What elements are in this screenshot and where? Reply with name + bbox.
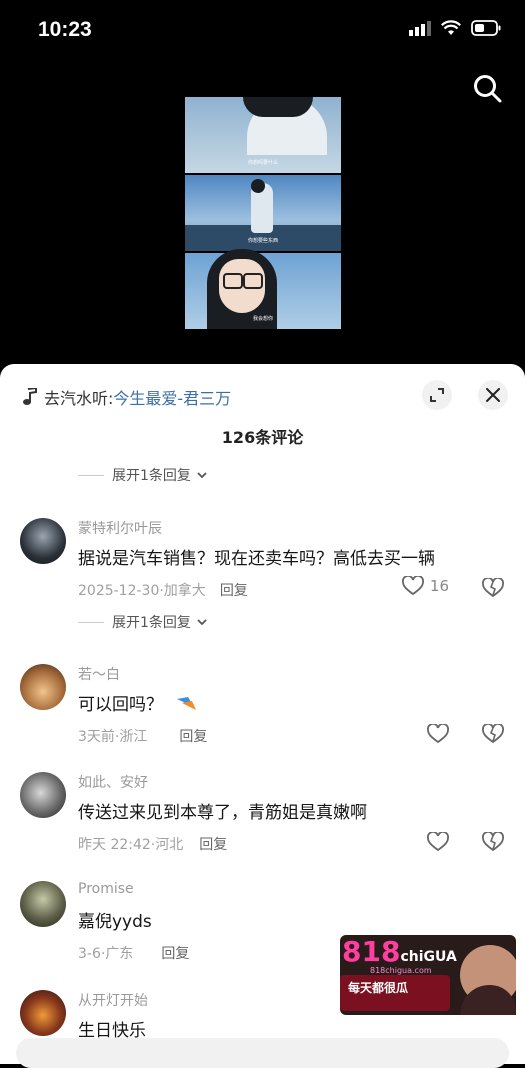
like-button[interactable] <box>427 724 449 744</box>
chevron-down-icon <box>197 472 207 479</box>
battery-icon <box>471 20 501 36</box>
music-title-link[interactable]: 今生最爱-君三万 <box>113 385 231 409</box>
divider <box>78 474 104 476</box>
status-icons <box>409 20 501 36</box>
like-button[interactable] <box>427 832 449 852</box>
ad-brand-number: 818 <box>342 935 401 968</box>
close-icon <box>486 388 500 402</box>
expand-replies-label: 展开1条回复 <box>112 468 191 484</box>
avatar[interactable] <box>20 772 66 818</box>
ad-banner[interactable]: 818chiGUA 818chigua.com 每天都很瓜 <box>340 935 520 1015</box>
avatar[interactable] <box>20 664 66 710</box>
ad-domain: 818chigua.com <box>370 966 432 975</box>
video-frame-3: 我会想你 <box>185 249 341 329</box>
comment-username[interactable]: Promise <box>78 881 134 897</box>
video-preview[interactable]: 你想吗要什么 你想要些东西 我会想你 <box>185 97 341 329</box>
avatar[interactable] <box>20 518 66 564</box>
ad-brand: 818chiGUA <box>342 935 457 968</box>
comment-text: 嘉倪yyds <box>78 912 152 932</box>
broken-heart-icon <box>482 577 504 598</box>
video-frame-2: 你想要些东西 <box>185 175 341 251</box>
status-bar: 10:23 <box>0 0 525 64</box>
reply-button[interactable]: 回复 <box>220 583 248 599</box>
cellular-signal-icon <box>409 21 431 36</box>
video-caption: 你想吗要什么 <box>247 160 278 166</box>
expand-replies-button[interactable]: 展开1条回复 <box>78 612 209 632</box>
like-button[interactable]: 16 <box>401 576 449 596</box>
comment-username[interactable]: 若～白 <box>78 664 120 684</box>
like-count: 16 <box>429 577 449 595</box>
status-time: 10:23 <box>38 18 92 41</box>
video-caption: 我会想你 <box>252 316 273 322</box>
close-button[interactable] <box>478 380 508 410</box>
music-prefix: 去汽水听: <box>44 389 114 408</box>
video-caption: 你想要些东西 <box>247 238 278 244</box>
expand-replies-button[interactable]: 展开1条回复 <box>78 465 209 485</box>
expand-sheet-button[interactable] <box>422 380 452 410</box>
comment-input-bar[interactable] <box>16 1038 509 1068</box>
comment-time-location: 3天前·浙江 <box>78 729 148 745</box>
comment-meta: 3-6·广东 回复 <box>78 943 189 963</box>
comment-text-content: 可以回吗？ <box>78 695 163 715</box>
broken-heart-icon <box>482 723 504 744</box>
search-button[interactable] <box>471 72 505 106</box>
dislike-button[interactable] <box>482 723 504 748</box>
search-icon <box>474 75 502 103</box>
reply-button[interactable]: 回复 <box>179 729 207 745</box>
comment-meta: 2025-12-30·加拿大 回复 <box>78 580 248 600</box>
avatar[interactable] <box>20 990 66 1036</box>
divider <box>78 621 104 623</box>
heart-icon <box>427 832 449 852</box>
chevron-down-icon <box>197 619 207 626</box>
music-note-icon <box>23 388 37 405</box>
comment-text: 据说是汽车销售？现在还卖车吗？高低去买一辆 <box>78 549 435 569</box>
reply-button[interactable]: 回复 <box>199 837 227 853</box>
music-link-row[interactable]: 去汽水听: 今生最爱-君三万 <box>22 382 231 412</box>
dislike-button[interactable] <box>482 831 504 856</box>
comment-username[interactable]: 蒙特利尔叶辰 <box>78 518 162 538</box>
dislike-button[interactable] <box>482 577 504 602</box>
comment-username[interactable]: 如此、安好 <box>78 772 148 792</box>
comment-count-title: 126条评论 <box>221 428 304 447</box>
comment-time-location: 2025-12-30·加拿大 <box>78 583 206 599</box>
reply-button[interactable]: 回复 <box>161 946 189 962</box>
comment-username[interactable]: 从开灯开始 <box>78 990 148 1010</box>
avatar[interactable] <box>20 881 66 927</box>
ad-slogan: 每天都很瓜 <box>348 981 409 995</box>
comment-meta: 昨天 22:42·河北 回复 <box>78 834 227 854</box>
wifi-icon <box>441 20 461 35</box>
video-frame-1: 你想吗要什么 <box>185 97 341 173</box>
spinning-top-emoji-icon <box>177 697 197 710</box>
heart-icon <box>427 724 449 744</box>
comment-time-location: 昨天 22:42·河北 <box>78 837 184 853</box>
broken-heart-icon <box>482 831 504 852</box>
heart-icon <box>401 576 424 596</box>
comment-text: 可以回吗？ <box>78 690 198 715</box>
comment-text: 传送过来见到本尊了，青筋姐是真嫩啊 <box>78 803 367 823</box>
expand-icon <box>430 388 444 402</box>
comment-meta: 3天前·浙江 回复 <box>78 726 207 746</box>
comment-time-location: 3-6·广东 <box>78 946 134 962</box>
expand-replies-label: 展开1条回复 <box>112 615 191 631</box>
ad-brand-name: chiGUA <box>400 949 457 965</box>
